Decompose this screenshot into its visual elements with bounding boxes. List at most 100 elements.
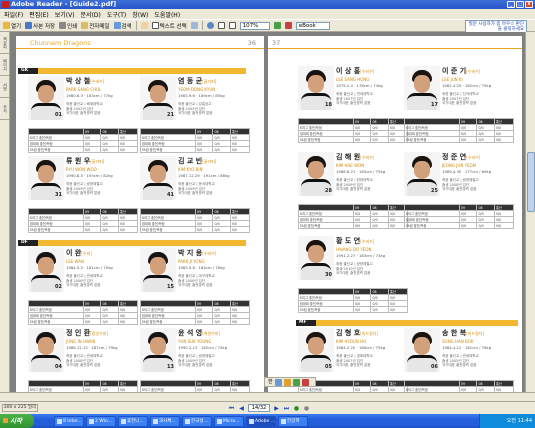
player-name: 김 교 빈[골키퍼] (178, 156, 250, 166)
last-page-icon[interactable]: ⏭ (283, 405, 290, 412)
ebook-dropdown[interactable]: eBook (295, 21, 330, 30)
stats-cell: 0/0 (493, 136, 515, 143)
document-viewer[interactable]: Chunnam Dragons 36 GK DF 01 박 상 철[수비수] PAR… (10, 32, 525, 392)
folder-icon (3, 22, 10, 29)
stats-cell: FA컵 출전/득점 (404, 222, 460, 229)
taskbar-button[interactable]: 과사체... (150, 415, 180, 427)
player-card: 01 박 상 철[수비수] PARK SANG CHUL 1980.6.3 · 183… (28, 76, 140, 154)
menu-tools[interactable]: 도구(T) (107, 10, 126, 19)
back-icon[interactable]: ● (293, 405, 300, 412)
stats-cell: 0/0 (476, 222, 495, 229)
printer-icon (59, 22, 67, 29)
snapshot-button[interactable] (190, 22, 198, 29)
tab-pages[interactable]: 페이지 (0, 54, 9, 76)
floating-toolbar[interactable]: 한 (264, 377, 316, 387)
hand-tool-button[interactable] (140, 22, 148, 29)
stats-cell: 0/0 (229, 226, 251, 233)
jersey-number: 31 (55, 192, 62, 198)
player-info: 김 교 빈[골키퍼] KIM KYO BIN 1987.12.29 · 191cm … (178, 156, 250, 196)
tool-icon[interactable] (283, 378, 291, 386)
search-button[interactable]: 검색 (113, 22, 132, 30)
stats-table: 0908통산K리그 출전/득점0/00/00/0컵대회 출전/득점0/00/00… (28, 208, 139, 233)
continuous-button[interactable] (284, 22, 292, 29)
select-text-button[interactable]: 텍스트 선택 (151, 22, 187, 30)
player-name: 이 완[수비] (66, 248, 138, 258)
rotate-button[interactable] (273, 22, 281, 29)
player-position: [골키퍼] (202, 79, 217, 84)
team-name: Chunnam Dragons (30, 39, 91, 47)
forward-icon[interactable]: ● (303, 405, 310, 412)
player-name-text: 이 준 기 (442, 67, 467, 75)
face-shape (150, 85, 166, 103)
player-photo: 01 (28, 76, 64, 120)
player-name-text: 이 완 (66, 249, 82, 257)
stats-cell: 0/0 (352, 136, 372, 143)
jersey-number: 30 (325, 272, 332, 278)
page-number-field[interactable]: 14/32 (248, 404, 270, 412)
menu-document[interactable]: 문서(D) (81, 10, 101, 19)
stats-cell: FA컵 출전/득점 (28, 318, 84, 325)
start-button[interactable]: 시작 (0, 414, 34, 428)
player-info: 염 동 균[골키퍼] YEOM DONG KYUN 1983.9.6 · 189cm… (178, 76, 250, 116)
taskbar-button[interactable]: Micro... (214, 415, 244, 427)
zoom-field[interactable]: 107% (239, 21, 270, 30)
stats-table: 0908통산K리그 출전/득점0/00/00/0컵대회 출전/득점0/00/00… (140, 380, 251, 392)
player-card: 15 박 지 용[수비수] PARK JI YONG 1983.9.8 · 184cm… (140, 248, 252, 326)
menu-bar: 파일(F) 편집(E) 보기(V) 문서(D) 도구(T) 창(W) 도움말(H… (0, 9, 535, 19)
close-button[interactable]: x (525, 1, 533, 8)
player-position: [수비수] (202, 251, 217, 256)
stats-cell: 0/0 (370, 222, 389, 229)
tab-comments[interactable]: 주석 (0, 98, 9, 120)
title-bar: Adobe Reader - [Guide2.pdf] _ □ x (0, 0, 535, 9)
vertical-scrollbar[interactable] (525, 32, 535, 392)
taskbar-button[interactable]: 한국설... (182, 415, 212, 427)
taskbar-button[interactable]: 8 Inter... (54, 415, 84, 427)
player-career: 최종 출신교 | 동국대학교 출생 2009년 입단 국가대표 출전경력 없음 (178, 182, 215, 195)
prev-page-icon[interactable]: ◀ (238, 405, 245, 412)
menu-file[interactable]: 파일(F) (4, 10, 23, 19)
tool-icon[interactable] (301, 378, 309, 386)
taskbar-button[interactable]: 2 Win... (86, 415, 116, 427)
first-page-icon[interactable]: ⏮ (228, 405, 235, 412)
maximize-button[interactable]: □ (516, 1, 524, 8)
menu-window[interactable]: 창(W) (132, 10, 148, 19)
menu-view[interactable]: 보기(V) (55, 10, 75, 19)
next-page-icon[interactable]: ▶ (273, 405, 280, 412)
horizontal-scrollbar[interactable] (0, 392, 535, 401)
jersey-number: 04 (55, 364, 62, 370)
player-info: 이 상 홍[수비수] LEE SANG HONG 1979.2.4 · 178cm … (336, 66, 408, 106)
save-icon (25, 22, 33, 29)
page-size-status: 300 x 225 밀리 (2, 404, 38, 412)
taskbar-button[interactable]: Adobe ... (246, 415, 276, 427)
zoom-in-button[interactable] (206, 22, 214, 29)
taskbar-button[interactable]: 휴한니... (118, 415, 148, 427)
menu-edit[interactable]: 편집(E) (29, 10, 49, 19)
player-photo: 21 (140, 76, 176, 120)
toolbar-separator (201, 21, 203, 30)
taskbar-button[interactable]: 한글파 (278, 415, 308, 427)
player-photo: 15 (140, 248, 176, 292)
email-button[interactable]: 전자메일 (81, 22, 110, 30)
fit-page-button[interactable] (217, 22, 225, 29)
jersey-number: 28 (325, 188, 332, 194)
player-name: 염 동 균[골키퍼] (178, 76, 250, 86)
scrollbar-thumb[interactable] (527, 152, 535, 212)
tool-icon[interactable] (274, 378, 282, 386)
player-photo: 05 (298, 328, 334, 372)
tool-icon[interactable] (292, 378, 300, 386)
jersey-number: 21 (167, 112, 174, 118)
open-button[interactable]: 열기 (3, 22, 21, 30)
tab-bookmarks[interactable]: 책갈피 (0, 32, 9, 54)
stats-table: 0908통산K리그 출전/득점0/00/00/0컵대회 출전/득점0/00/00… (404, 204, 515, 229)
print-button[interactable]: 인쇄 (59, 22, 77, 30)
player-photo: 30 (298, 236, 334, 280)
face-shape (308, 245, 324, 263)
fit-width-button[interactable] (228, 22, 236, 29)
minimize-button[interactable]: _ (507, 1, 515, 8)
stats-cell: 0/0 (370, 306, 389, 313)
window-controls: _ □ x (507, 1, 533, 8)
tab-signatures[interactable]: 서명 (0, 76, 9, 98)
save-copy-button[interactable]: 사본 저장 (25, 22, 55, 30)
player-position: [미드필더] (466, 331, 485, 336)
menu-help[interactable]: 도움말(H) (154, 10, 180, 19)
